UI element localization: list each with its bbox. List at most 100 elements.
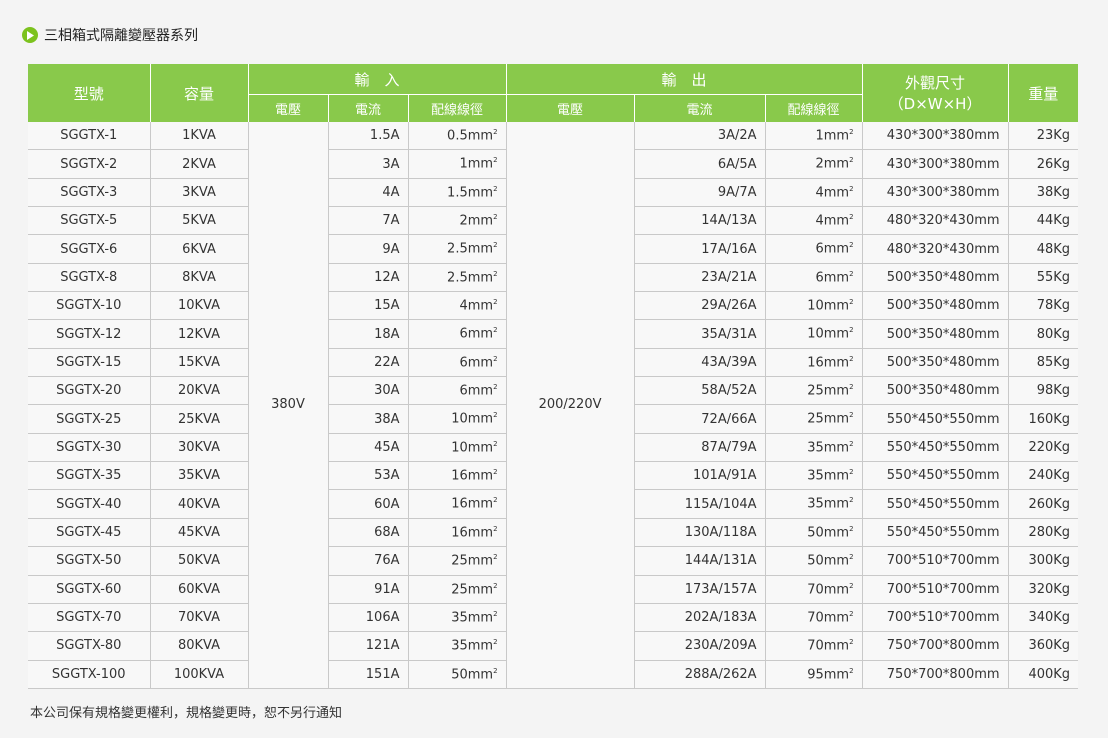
superscript: 2 — [849, 354, 854, 363]
out-current-cell-text: 202A/183A — [684, 610, 757, 626]
in-current-cell-text: 4A — [382, 184, 400, 200]
out-wire-cell-text: 35mm — [807, 440, 850, 456]
superscript: 2 — [493, 496, 498, 505]
out-current-cell: 23A/21A — [634, 263, 766, 293]
out-wire-cell: 4mm2 — [765, 178, 863, 208]
in-wire-cell: 35mm2 — [408, 603, 507, 633]
model-cell: SGGTX-35 — [28, 461, 151, 491]
out-current-cell: 29A/26A — [634, 291, 766, 321]
weight-cell: 26Kg — [1008, 149, 1079, 179]
in-current-cell: 45A — [328, 433, 409, 463]
model-cell: SGGTX-10 — [28, 291, 151, 321]
weight-cell-text: 55Kg — [1036, 269, 1071, 285]
in-current-cell: 68A — [328, 518, 409, 548]
in-wire-cell-text: 35mm — [451, 638, 494, 654]
in-wire-cell-text: 2.5mm — [447, 270, 494, 286]
in-current-cell-text: 12A — [374, 269, 400, 285]
out-current-cell-text: 17A/16A — [701, 241, 757, 257]
in-wire-cell: 25mm2 — [408, 575, 507, 604]
dimensions-cell: 700*510*700mm — [862, 546, 1009, 576]
superscript: 2 — [849, 326, 854, 335]
weight-cell-text: 80Kg — [1036, 326, 1071, 342]
in-current-cell-text: 68A — [374, 524, 400, 540]
header-in-voltage: 電壓 — [248, 94, 329, 122]
dimensions-cell: 430*300*380mm — [862, 178, 1009, 208]
in-current-cell: 60A — [328, 489, 409, 519]
capacity-cell: 40KVA — [150, 489, 249, 519]
in-wire-cell-text: 1.5mm — [447, 185, 494, 201]
dimensions-cell-text: 430*300*380mm — [886, 128, 1000, 144]
weight-cell: 44Kg — [1008, 206, 1079, 236]
superscript: 2 — [849, 638, 854, 647]
model-cell-text: SGGTX-15 — [56, 354, 122, 370]
model-cell-text: SGGTX-2 — [60, 156, 118, 172]
superscript: 2 — [493, 666, 498, 675]
dimensions-cell: 750*700*800mm — [862, 660, 1009, 689]
table-body: SGGTX-1 1KVA 380V 1.5A 0.5mm2 200/220V 3A/2A 1m… — [28, 122, 1079, 689]
dimensions-cell-text: 500*350*480mm — [886, 383, 1000, 399]
page-title: 三相箱式隔離變壓器系列 — [44, 28, 198, 44]
dimensions-cell-text: 700*510*700mm — [886, 581, 1000, 597]
out-wire-cell-text: 35mm — [807, 468, 850, 484]
weight-cell-text: 44Kg — [1036, 213, 1071, 229]
in-current-cell: 9A — [328, 234, 409, 264]
weight-cell-text: 240Kg — [1028, 468, 1071, 484]
superscript: 2 — [493, 156, 498, 165]
in-current-cell: 1.5A — [328, 122, 409, 151]
in-wire-cell-text: 10mm — [451, 440, 494, 456]
superscript: 2 — [849, 581, 854, 590]
capacity-cell-text: 3KVA — [182, 184, 216, 200]
dimensions-cell: 750*700*800mm — [862, 631, 1009, 661]
dimensions-cell-text: 500*350*480mm — [886, 269, 1000, 285]
dimensions-cell-text: 550*450*550mm — [886, 439, 1000, 455]
in-wire-cell-text: 10mm — [451, 411, 494, 427]
model-cell: SGGTX-12 — [28, 319, 151, 349]
out-wire-cell: 16mm2 — [765, 348, 863, 378]
superscript: 2 — [493, 553, 498, 562]
in-wire-cell-text: 4mm — [459, 298, 494, 314]
header-in-wire: 配線線徑 — [408, 94, 507, 122]
superscript: 2 — [849, 666, 854, 675]
in-wire-cell: 2.5mm2 — [408, 234, 507, 264]
header-weight: 重量 — [1008, 64, 1079, 122]
out-current-cell: 288A/262A — [634, 660, 766, 689]
dimensions-cell: 500*350*480mm — [862, 263, 1009, 293]
spec-table: 型號 容量 輸 入 輸 出 外觀尺寸 （D×W×H） 重量 電壓 電流 配線線徑… — [28, 64, 1079, 689]
out-wire-cell-text: 4mm — [815, 185, 850, 201]
out-current-cell: 17A/16A — [634, 234, 766, 264]
out-wire-cell-text: 10mm — [807, 326, 850, 342]
model-cell: SGGTX-100 — [28, 660, 151, 689]
in-current-cell-text: 151A — [365, 666, 400, 682]
model-cell-text: SGGTX-3 — [60, 184, 118, 200]
out-current-cell: 173A/157A — [634, 575, 766, 604]
model-cell-text: SGGTX-60 — [56, 581, 122, 597]
out-current-cell-text: 29A/26A — [701, 298, 757, 314]
superscript: 2 — [493, 128, 498, 136]
superscript: 2 — [849, 241, 854, 250]
model-cell-text: SGGTX-8 — [60, 269, 118, 285]
capacity-cell-text: 20KVA — [177, 383, 221, 399]
in-wire-cell-text: 6mm — [459, 355, 494, 371]
dimensions-cell: 550*450*550mm — [862, 461, 1009, 491]
out-wire-cell: 35mm2 — [765, 461, 863, 491]
out-current-cell: 58A/52A — [634, 376, 766, 406]
dimensions-cell: 500*350*480mm — [862, 348, 1009, 378]
out-wire-cell: 25mm2 — [765, 404, 863, 434]
weight-cell-text: 220Kg — [1028, 439, 1071, 455]
weight-cell: 340Kg — [1008, 603, 1079, 633]
superscript: 2 — [849, 468, 854, 477]
out-wire-cell: 10mm2 — [765, 291, 863, 321]
in-current-cell-text: 1.5A — [369, 128, 400, 144]
weight-cell-text: 98Kg — [1036, 383, 1071, 399]
capacity-cell: 2KVA — [150, 149, 249, 179]
in-current-cell-text: 9A — [382, 241, 400, 257]
in-wire-cell-text: 50mm — [451, 666, 494, 682]
out-wire-cell: 50mm2 — [765, 518, 863, 548]
in-wire-cell: 16mm2 — [408, 489, 507, 519]
model-cell-text: SGGTX-1 — [60, 128, 118, 144]
dimensions-cell: 550*450*550mm — [862, 433, 1009, 463]
model-cell: SGGTX-80 — [28, 631, 151, 661]
capacity-cell-text: 100KVA — [173, 666, 225, 682]
weight-cell-text: 38Kg — [1036, 184, 1071, 200]
in-current-cell: 3A — [328, 149, 409, 179]
